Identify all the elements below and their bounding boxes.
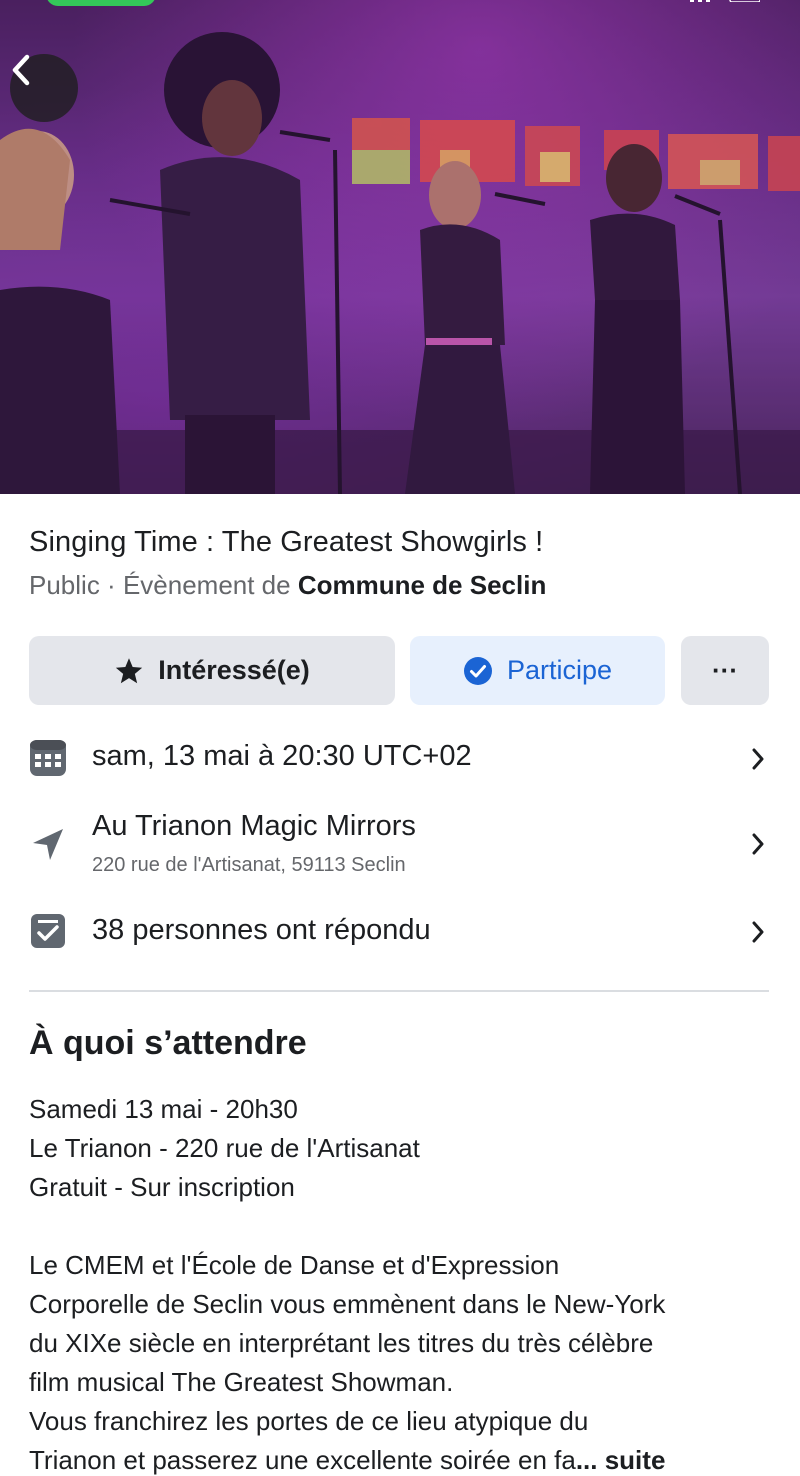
chevron-right-icon [748,746,768,772]
status-icons [690,0,760,2]
location-name: Au Trianon Magic Mirrors [92,810,416,842]
description-line: Vous franchirez les portes de ce lieu at… [29,1406,589,1436]
chevron-right-icon [748,919,768,945]
calendar-icon [29,739,67,777]
organizer-link[interactable]: Commune de Seclin [298,570,547,600]
event-title: Singing Time : The Greatest Showgirls ! [29,526,544,558]
about-line: Samedi 13 mai - 20h30 [29,1094,298,1124]
event-cover-photo [0,0,800,494]
going-button[interactable]: Participe [410,636,665,705]
chevron-right-icon [748,831,768,857]
about-line: Gratuit - Sur inscription [29,1172,295,1202]
status-bar-indicator [46,0,156,6]
ellipsis: ... [575,1445,605,1475]
event-date-text: sam, 13 mai à 20:30 UTC+02 [92,740,472,772]
event-date-row[interactable]: sam, 13 mai à 20:30 UTC+02 [0,730,800,788]
more-icon: ··· [712,655,738,685]
location-arrow-icon [29,826,67,864]
back-button[interactable] [10,54,78,122]
description-line: Le CMEM et l'École de Danse et d'Express… [29,1250,560,1280]
concert-illustration [0,0,800,494]
about-line: Le Trianon - 220 rue de l'Artisanat [29,1133,420,1163]
check-circle-icon [463,656,493,686]
about-heading: À quoi s’attendre [29,1024,307,1062]
more-options-button[interactable]: ··· [681,636,769,705]
organizer-prefix: Évènement de [122,570,298,600]
going-label: Participe [506,655,613,685]
location-address: 220 rue de l'Artisanat, 59113 Seclin [92,854,406,876]
interested-button[interactable]: Intéressé(e) [29,636,395,705]
checklist-icon [29,912,67,950]
star-icon [114,657,144,685]
description-line: du XIXe siècle en interprétant les titre… [29,1328,654,1358]
event-subtitle: Public · Évènement de Commune de Seclin [29,570,546,601]
description-line: film musical The Greatest Showman. [29,1367,454,1397]
description-line: Corporelle de Seclin vous emmènent dans … [29,1289,666,1319]
event-visibility: Public [29,570,100,600]
description-last-line: Trianon et passerez une excellente soiré… [29,1445,665,1476]
section-divider [29,990,769,992]
responses-text: 38 personnes ont répondu [92,914,431,946]
see-more-link[interactable]: suite [605,1445,666,1475]
event-responses-row[interactable]: 38 personnes ont répondu [0,902,800,962]
event-location-row[interactable]: Au Trianon Magic Mirrors 220 rue de l'Ar… [0,808,800,880]
interested-label: Intéressé(e) [158,655,310,685]
separator-dot: · [99,570,123,600]
description-line: Trianon et passerez une excellente soiré… [29,1445,576,1475]
